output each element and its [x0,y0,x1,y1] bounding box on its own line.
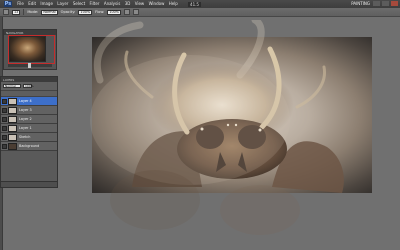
zoom-level[interactable]: 41.5 [188,1,201,7]
visibility-eye-icon[interactable] [2,98,7,104]
layer-thumbnail [8,106,17,114]
eye-spot [258,128,262,132]
creature-painting [124,46,344,193]
layer-thumbnail [8,115,17,123]
layer-row[interactable]: Sketch [1,133,57,142]
flow-field[interactable]: 100% [107,9,122,15]
menu-item[interactable]: Select [71,0,88,8]
menu-item[interactable]: Filter [87,0,101,8]
workspace-switcher[interactable]: PAINTING [351,1,370,7]
navigator-panel: NAVIGATOR [3,29,57,70]
visibility-eye-icon[interactable] [2,116,7,122]
layer-thumbnail [8,142,17,150]
right-jaw [238,125,266,149]
layer-name: Layer 2 [19,117,32,121]
left-tusk [124,50,154,99]
minimize-button[interactable] [373,1,380,6]
layers-tab[interactable]: LAYERS [3,78,14,82]
mode-select[interactable]: Normal [41,9,58,15]
layer-name: Sketch [19,135,31,139]
mode-label: Mode: [27,10,39,14]
layer-row[interactable]: Layer 1 [1,124,57,133]
application-bar: Ps File Edit Image Layer Select Filter A… [0,0,400,8]
layer-thumbnail [8,133,17,141]
brush-tool-icon[interactable] [3,9,9,15]
airbrush-icon[interactable] [124,9,131,15]
tablet-pressure-icon[interactable] [133,9,140,15]
navigator-view-box[interactable] [8,35,55,64]
layer-options-row: Normal 100% [1,82,57,91]
flow-label: Flow: [95,10,105,14]
window-controls [373,1,398,6]
menu-item[interactable]: Layer [55,0,71,8]
visibility-eye-icon[interactable] [2,125,7,131]
layer-thumbnail [8,97,17,105]
visibility-eye-icon[interactable] [2,143,7,149]
menu-item[interactable]: Help [167,0,181,8]
maximize-button[interactable] [382,1,389,6]
layer-row[interactable]: Background [1,142,57,151]
menu-item[interactable]: 3D [123,0,133,8]
menu-item[interactable]: Analysis [102,0,123,8]
menu-item[interactable]: Image [38,0,55,8]
layer-row[interactable]: Layer 2 [1,115,57,124]
left-jaw [196,125,224,149]
brush-size-field[interactable]: 13 [12,9,21,15]
layers-footer-buttons[interactable] [1,181,57,187]
photoshop-window: Ps File Edit Image Layer Select Filter A… [0,0,400,250]
close-button[interactable] [391,1,398,6]
menu-item[interactable]: View [133,0,147,8]
opacity-label: Opacity: [60,10,76,14]
layer-row[interactable]: Layer 3 [1,106,57,115]
navigator-zoom-slider[interactable] [8,63,52,68]
layers-panel: LAYERS Normal 100% Layer 4 Layer 3 Layer… [0,76,58,188]
layer-name: Background [19,144,40,148]
layer-row[interactable]: Layer 4 [1,97,57,106]
visibility-eye-icon[interactable] [2,134,7,140]
layer-name: Layer 4 [19,99,32,103]
visibility-eye-icon[interactable] [2,107,7,113]
divider [23,9,25,15]
eye-spot [200,127,204,131]
layer-opacity-field[interactable]: 100% [23,84,34,88]
app-logo: Ps [4,1,12,7]
layer-thumbnail [8,124,17,132]
eye-spot [234,123,238,127]
blend-mode-select[interactable]: Normal [3,84,21,88]
tool-options-bar: 13 Mode: Normal Opacity: 100% Flow: 100% [0,8,400,17]
menu-item[interactable]: Window [146,0,166,8]
main-menu: File Edit Image Layer Select Filter Anal… [15,0,180,8]
right-tusk [295,65,327,109]
layer-name: Layer 1 [19,126,32,130]
opacity-field[interactable]: 100% [78,9,93,15]
creature-body [177,119,287,179]
menu-item[interactable]: Edit [26,0,38,8]
menu-item[interactable]: File [15,0,26,8]
document-canvas[interactable] [92,37,372,193]
navigator-tab[interactable]: NAVIGATOR [6,31,23,35]
eye-spot [226,123,230,127]
layer-name: Layer 3 [19,108,32,112]
